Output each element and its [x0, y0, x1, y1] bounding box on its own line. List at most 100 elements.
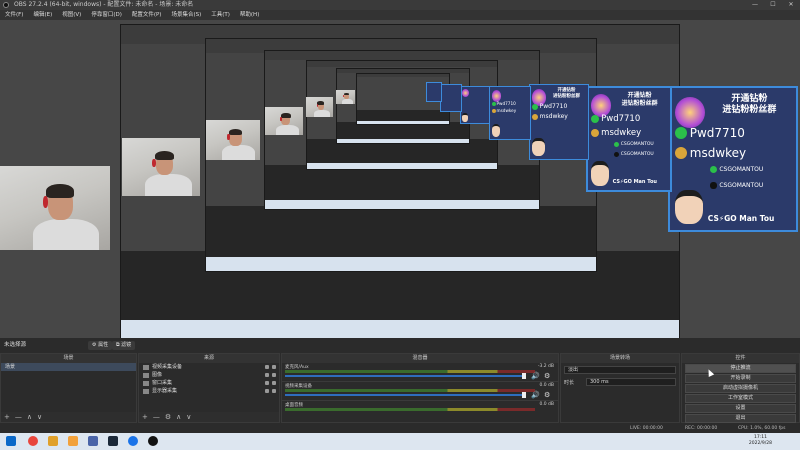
stop-streaming-button[interactable]: 停止推流 [685, 364, 796, 373]
menu-help[interactable]: 帮助(H) [235, 10, 264, 20]
duration-input[interactable]: 300 ms [586, 378, 676, 386]
transition-type-row: 淡出 [564, 365, 676, 375]
menu-profile[interactable]: 配置文件(P) [127, 10, 167, 20]
webcam-feed [122, 138, 200, 196]
wechat-id: Pwd7710 [496, 101, 516, 106]
speaker-icon[interactable]: 🔊 [531, 391, 540, 399]
menu-tools[interactable]: 工具(T) [206, 10, 235, 20]
menu-scene-collection[interactable]: 场景集合(S) [166, 10, 206, 20]
source-item[interactable]: 窗口采集 [139, 379, 279, 387]
remove-icon[interactable]: — [15, 413, 22, 421]
window-controls: — ☐ ✕ [746, 0, 800, 10]
move-up-icon[interactable]: ∧ [27, 413, 32, 421]
promo-line1: 开通钻粉 [731, 93, 768, 104]
cartoon-avatar [591, 161, 610, 186]
move-down-icon[interactable]: ∨ [37, 413, 42, 421]
eye-icon[interactable] [265, 381, 269, 385]
gear-icon[interactable]: ⚙ [165, 413, 171, 421]
transition-select[interactable]: 淡出 [564, 366, 676, 374]
virtual-camera-button[interactable]: 启动虚拟摄像机 [685, 384, 796, 393]
source-item[interactable]: 图像 [139, 371, 279, 379]
menu-view[interactable]: 视图(V) [57, 10, 86, 20]
windows-start-icon[interactable] [6, 436, 16, 446]
coin-icon [491, 108, 496, 113]
eye-icon[interactable] [265, 373, 269, 377]
scenes-footer: + — ∧ ∨ [1, 412, 136, 422]
status-bar: LIVE: 00:00:00 REC: 00:00:00 CPU: 1.0%, … [0, 424, 800, 433]
volume-fader[interactable] [285, 394, 525, 396]
studio-mode-button[interactable]: 工作室模式 [685, 394, 796, 403]
clock-date: 2022/9/28 [748, 441, 772, 446]
preview-canvas[interactable]: 开通钻粉 进钻粉粉丝群 Pwd7710 msdwkey CSGOMANTOU C… [0, 20, 800, 338]
fader-handle[interactable] [522, 392, 526, 398]
source-toolbar: 未选择源 ⚙ 属性 ⧉ 滤镜 [0, 339, 800, 352]
social-row-1: CSGOMANTOU [614, 142, 654, 147]
system-clock[interactable]: 17:11 2022/9/28 [749, 435, 772, 447]
exit-button[interactable]: 退出 [685, 414, 796, 423]
wechat-icon [491, 101, 496, 106]
filters-button[interactable]: ⧉ 滤镜 [112, 341, 136, 350]
webcam-feed [265, 107, 303, 135]
title-bar: OBS 27.2.4 (64-bit, windows) - 配置文件: 未命名… [0, 0, 800, 10]
add-icon[interactable]: + [4, 413, 10, 421]
eye-icon[interactable] [265, 389, 269, 393]
cartoon-avatar [675, 190, 703, 225]
promo-card: Pwd7710 msdwkey [489, 86, 531, 140]
lock-icon[interactable] [272, 381, 276, 385]
promo-card: 开通钻粉 进钻粉粉丝群 Pwd7710 msdwkey CSGOMANTOU C… [586, 86, 672, 192]
image-icon [143, 372, 149, 378]
fader-handle[interactable] [522, 373, 526, 379]
lock-icon[interactable] [272, 373, 276, 377]
remove-icon[interactable]: — [153, 413, 160, 421]
source-item[interactable]: 显示器采集 [139, 387, 279, 395]
edge-icon[interactable] [128, 436, 138, 446]
volume-fader[interactable] [285, 375, 525, 377]
file-explorer-icon[interactable] [48, 436, 58, 446]
speaker-icon[interactable]: 🔊 [531, 372, 540, 380]
wechat-icon [532, 103, 539, 110]
add-icon[interactable]: + [142, 413, 148, 421]
chat-icon [614, 142, 620, 147]
source-item[interactable]: 视频采集设备 [139, 363, 279, 371]
obs-icon[interactable] [148, 436, 158, 446]
menu-edit[interactable]: 编辑(E) [28, 10, 57, 20]
promo-title: 开通钻粉 进钻粉粉丝群 [708, 94, 791, 117]
social-handle-1: CSGOMANTOU [620, 142, 654, 147]
live-status: LIVE: 00:00:00 [630, 426, 663, 431]
chat-icon [710, 166, 718, 173]
minimize-button[interactable]: — [746, 0, 764, 10]
move-up-icon[interactable]: ∧ [176, 413, 181, 421]
lock-icon[interactable] [272, 389, 276, 393]
social-handle-2: CSGOMANTOU [620, 152, 654, 157]
maximize-button[interactable]: ☐ [764, 0, 782, 10]
controls-dock: 控件 停止推流 开始录制 启动虚拟摄像机 工作室模式 设置 退出 [681, 353, 800, 423]
window-icon [143, 380, 149, 386]
menu-docks[interactable]: 停靠窗口(D) [86, 10, 127, 20]
social-row-2: CSGOMANTOU [614, 152, 654, 157]
shield-icon[interactable] [88, 436, 98, 446]
settings-button[interactable]: 设置 [685, 404, 796, 413]
gear-icon[interactable]: ⚙ [544, 372, 550, 380]
eye-icon[interactable] [265, 365, 269, 369]
track-db: -3.2 dB [537, 364, 554, 369]
menu-file[interactable]: 文件(F) [0, 10, 28, 20]
controls-header: 控件 [682, 354, 799, 363]
properties-button[interactable]: ⚙ 属性 [88, 341, 113, 350]
social-handle-2: CSGOMANTOU [719, 182, 764, 189]
promo-title: 开通钻粉 进钻粉粉丝群 [547, 88, 585, 99]
duration-label: 时长 [564, 379, 575, 386]
qq-id: msdwkey [496, 108, 517, 113]
lock-icon[interactable] [272, 365, 276, 369]
app-icon[interactable] [68, 436, 78, 446]
gear-icon[interactable]: ⚙ [544, 391, 550, 399]
close-button[interactable]: ✕ [782, 0, 800, 10]
start-recording-button[interactable]: 开始录制 [685, 374, 796, 383]
camera-icon [143, 364, 149, 370]
scene-item[interactable]: 场景 [1, 363, 136, 371]
browser-icon[interactable] [28, 436, 38, 446]
steam-icon[interactable] [108, 436, 118, 446]
mixer-track: 桌面音频 0.0 dB [282, 401, 558, 420]
webcam-feed [336, 90, 355, 104]
source-label: 图像 [152, 372, 163, 378]
move-down-icon[interactable]: ∨ [186, 413, 191, 421]
